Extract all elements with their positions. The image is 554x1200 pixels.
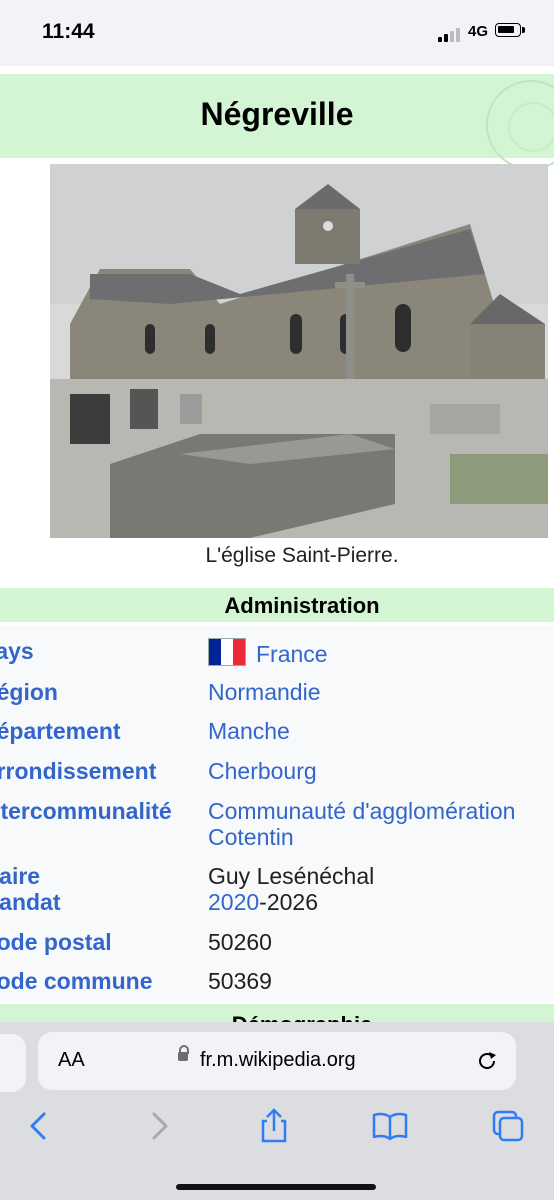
mandat-year-link[interactable]: 2020: [208, 889, 259, 915]
label-mandat[interactable]: Mandat: [0, 889, 61, 916]
mandat-value: 2020-2026: [208, 889, 318, 916]
france-flag-icon: [208, 638, 246, 666]
address-bar[interactable]: AA fr.m.wikipedia.org: [38, 1032, 516, 1090]
browser-chrome: AA fr.m.wikipedia.org: [0, 1022, 554, 1200]
label-intercommunalite[interactable]: Intercommunalité: [0, 798, 172, 825]
label-code-postal[interactable]: Code postal: [0, 929, 112, 956]
signal-icon: [438, 26, 464, 42]
home-indicator[interactable]: [176, 1184, 376, 1190]
label-maire[interactable]: Maire: [0, 863, 40, 890]
back-icon[interactable]: [20, 1106, 60, 1146]
forward-icon[interactable]: [138, 1106, 178, 1146]
reader-settings-button[interactable]: AA: [58, 1049, 85, 1072]
battery-icon: [495, 23, 525, 37]
region-link[interactable]: Normandie: [208, 679, 321, 706]
share-icon[interactable]: [254, 1106, 294, 1146]
label-departement[interactable]: Département: [0, 718, 121, 745]
value-pays[interactable]: France: [208, 638, 328, 668]
mandat-end: -2026: [259, 889, 318, 915]
label-pays[interactable]: Pays: [0, 638, 34, 665]
network-type: 4G: [468, 23, 489, 40]
reload-icon[interactable]: [476, 1050, 498, 1072]
label-code-commune[interactable]: Code commune: [0, 968, 153, 995]
intercommunalite-link-line2[interactable]: Cotentin: [208, 824, 294, 851]
code-postal-value: 50260: [208, 929, 272, 955]
image-caption: L'église Saint-Pierre.: [205, 544, 399, 567]
url-text[interactable]: fr.m.wikipedia.org: [200, 1049, 356, 1072]
code-commune-value: 50369: [208, 968, 272, 994]
article-page[interactable]: Négreville L'église Saint-Pierre. Admini…: [0, 66, 554, 1026]
country-link[interactable]: France: [256, 641, 328, 667]
tabs-icon[interactable]: [488, 1106, 528, 1146]
church-photo[interactable]: [50, 164, 548, 538]
label-arrondissement[interactable]: Arrondissement: [0, 758, 156, 785]
lock-icon: [178, 1045, 189, 1061]
page-title: Négreville: [200, 96, 354, 132]
church-image: [50, 164, 548, 538]
departement-link[interactable]: Manche: [208, 718, 290, 745]
section-title-administration: Administration: [224, 593, 380, 618]
intercommunalite-link-line1[interactable]: Communauté d'agglomération: [208, 798, 515, 825]
aa-label: AA: [58, 1049, 85, 1071]
label-region[interactable]: Région: [0, 679, 58, 706]
maire-value: Guy Lesénéchal: [208, 863, 375, 889]
bookmarks-icon[interactable]: [370, 1106, 410, 1146]
status-time: 11:44: [42, 20, 95, 43]
previous-tab-preview[interactable]: [0, 1034, 26, 1092]
arrondissement-link[interactable]: Cherbourg: [208, 758, 317, 785]
status-bar: 11:44 4G: [0, 0, 554, 66]
